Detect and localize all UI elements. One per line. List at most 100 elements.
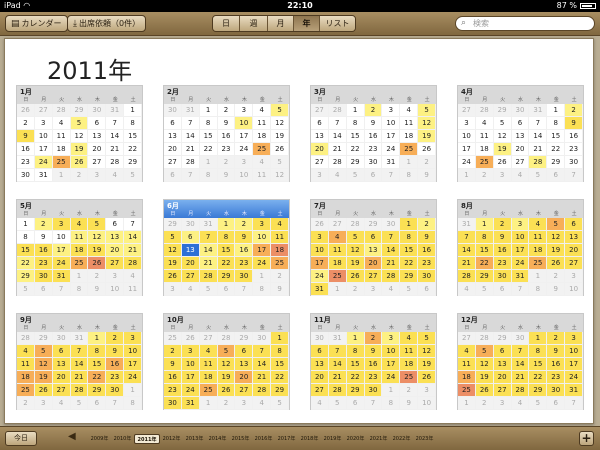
day-cell[interactable]: 19 (34, 371, 53, 384)
day-cell[interactable]: 5 (124, 169, 142, 182)
day-cell[interactable]: 25 (271, 257, 289, 270)
day-cell[interactable]: 3 (34, 117, 53, 130)
day-cell[interactable]: 31 (565, 384, 583, 397)
day-cell[interactable]: 23 (364, 143, 383, 156)
day-cell[interactable]: 4 (458, 345, 476, 358)
day-cell[interactable]: 10 (253, 231, 272, 244)
day-cell[interactable]: 24 (565, 371, 583, 384)
day-cell[interactable]: 14 (106, 130, 125, 143)
day-cell[interactable]: 26 (547, 257, 566, 270)
day-cell[interactable]: 6 (364, 169, 383, 182)
day-cell[interactable]: 6 (547, 397, 566, 410)
day-cell[interactable]: 13 (364, 244, 383, 257)
day-cell[interactable]: 7 (52, 283, 71, 296)
day-cell[interactable]: 7 (253, 345, 272, 358)
day-cell[interactable]: 12 (70, 130, 89, 143)
day-cell[interactable]: 22 (124, 143, 142, 156)
day-cell[interactable]: 13 (181, 244, 200, 257)
day-cell[interactable]: 4 (511, 397, 530, 410)
day-cell[interactable]: 3 (382, 332, 401, 345)
month-3[interactable]: 3月日月火水木金土 27 28 1 2 3 4 5 6 7 8 9 10 11 12 13 14 15 16 17 18… (310, 85, 437, 182)
day-cell[interactable]: 10 (235, 169, 254, 182)
day-cell[interactable]: 5 (400, 283, 419, 296)
day-cell[interactable]: 9 (164, 358, 182, 371)
day-cell[interactable]: 14 (458, 244, 476, 257)
day-cell[interactable]: 30 (382, 218, 401, 231)
day-cell[interactable]: 24 (235, 143, 254, 156)
day-cell[interactable]: 11 (400, 117, 419, 130)
day-cell[interactable]: 19 (164, 257, 182, 270)
day-cell[interactable]: 4 (475, 117, 494, 130)
day-cell[interactable]: 14 (124, 231, 142, 244)
day-cell[interactable]: 3 (124, 332, 142, 345)
day-cell[interactable]: 11 (17, 358, 35, 371)
day-cell[interactable]: 8 (346, 345, 365, 358)
day-cell[interactable]: 20 (164, 143, 182, 156)
day-cell[interactable]: 20 (364, 257, 383, 270)
day-cell[interactable]: 11 (400, 345, 419, 358)
day-cell[interactable]: 7 (70, 345, 89, 358)
day-cell[interactable]: 23 (493, 257, 512, 270)
day-cell[interactable]: 30 (164, 104, 182, 117)
day-cell[interactable]: 22 (400, 257, 419, 270)
day-cell[interactable]: 4 (52, 397, 71, 410)
year-item[interactable]: 2022年 (390, 434, 413, 444)
day-cell[interactable]: 29 (17, 270, 35, 283)
day-cell[interactable]: 1 (458, 397, 476, 410)
day-cell[interactable]: 3 (418, 384, 436, 397)
day-cell[interactable]: 14 (511, 358, 530, 371)
day-cell[interactable]: 9 (235, 231, 254, 244)
day-cell[interactable]: 25 (400, 143, 419, 156)
day-cell[interactable]: 25 (328, 270, 347, 283)
day-cell[interactable]: 5 (529, 169, 548, 182)
day-cell[interactable]: 28 (458, 270, 476, 283)
day-cell[interactable]: 2 (475, 169, 494, 182)
day-cell[interactable]: 8 (88, 345, 107, 358)
day-cell[interactable]: 26 (217, 384, 236, 397)
day-cell[interactable]: 4 (400, 104, 419, 117)
day-cell[interactable]: 25 (199, 384, 218, 397)
day-cell[interactable]: 1 (70, 270, 89, 283)
day-cell[interactable]: 9 (106, 345, 125, 358)
day-cell[interactable]: 15 (529, 358, 548, 371)
day-cell[interactable]: 5 (418, 104, 436, 117)
day-cell[interactable]: 21 (529, 143, 548, 156)
day-cell[interactable]: 22 (547, 143, 566, 156)
day-cell[interactable]: 20 (235, 371, 254, 384)
day-cell[interactable]: 29 (346, 156, 365, 169)
day-cell[interactable]: 30 (34, 270, 53, 283)
day-cell[interactable]: 20 (88, 143, 107, 156)
day-cell[interactable]: 21 (106, 143, 125, 156)
day-cell[interactable]: 9 (88, 283, 107, 296)
day-cell[interactable]: 22 (217, 257, 236, 270)
day-cell[interactable]: 29 (164, 218, 182, 231)
day-cell[interactable]: 24 (181, 384, 200, 397)
day-cell[interactable]: 21 (328, 143, 347, 156)
day-cell[interactable]: 11 (458, 358, 476, 371)
day-cell[interactable]: 10 (565, 283, 583, 296)
day-cell[interactable]: 22 (346, 371, 365, 384)
year-item[interactable]: 2023年 (413, 434, 436, 444)
day-cell[interactable]: 17 (311, 257, 329, 270)
day-cell[interactable]: 30 (565, 156, 583, 169)
day-cell[interactable]: 17 (235, 130, 254, 143)
day-cell[interactable]: 1 (52, 169, 71, 182)
day-cell[interactable]: 13 (511, 130, 530, 143)
day-cell[interactable]: 6 (493, 345, 512, 358)
day-cell[interactable]: 13 (565, 231, 583, 244)
month-11[interactable]: 11月日月火水木金土 30 31 1 2 3 4 5 6 7 8 9 10 11 12 13 14 15 16 17 1… (310, 313, 437, 410)
year-item[interactable]: 2011年 (134, 434, 160, 444)
day-cell[interactable]: 2 (70, 169, 89, 182)
day-cell[interactable]: 29 (235, 332, 254, 345)
day-cell[interactable]: 16 (565, 130, 583, 143)
day-cell[interactable]: 8 (17, 231, 35, 244)
day-cell[interactable]: 29 (400, 270, 419, 283)
day-cell[interactable]: 31 (511, 270, 530, 283)
day-cell[interactable]: 18 (400, 130, 419, 143)
day-cell[interactable]: 5 (271, 104, 289, 117)
day-cell[interactable]: 4 (17, 345, 35, 358)
invitations-button[interactable]: ⤓ 出席依頼（0件） (67, 15, 147, 32)
today-button[interactable]: 今日 (5, 431, 37, 446)
day-cell[interactable]: 16 (235, 244, 254, 257)
day-cell[interactable]: 10 (382, 345, 401, 358)
